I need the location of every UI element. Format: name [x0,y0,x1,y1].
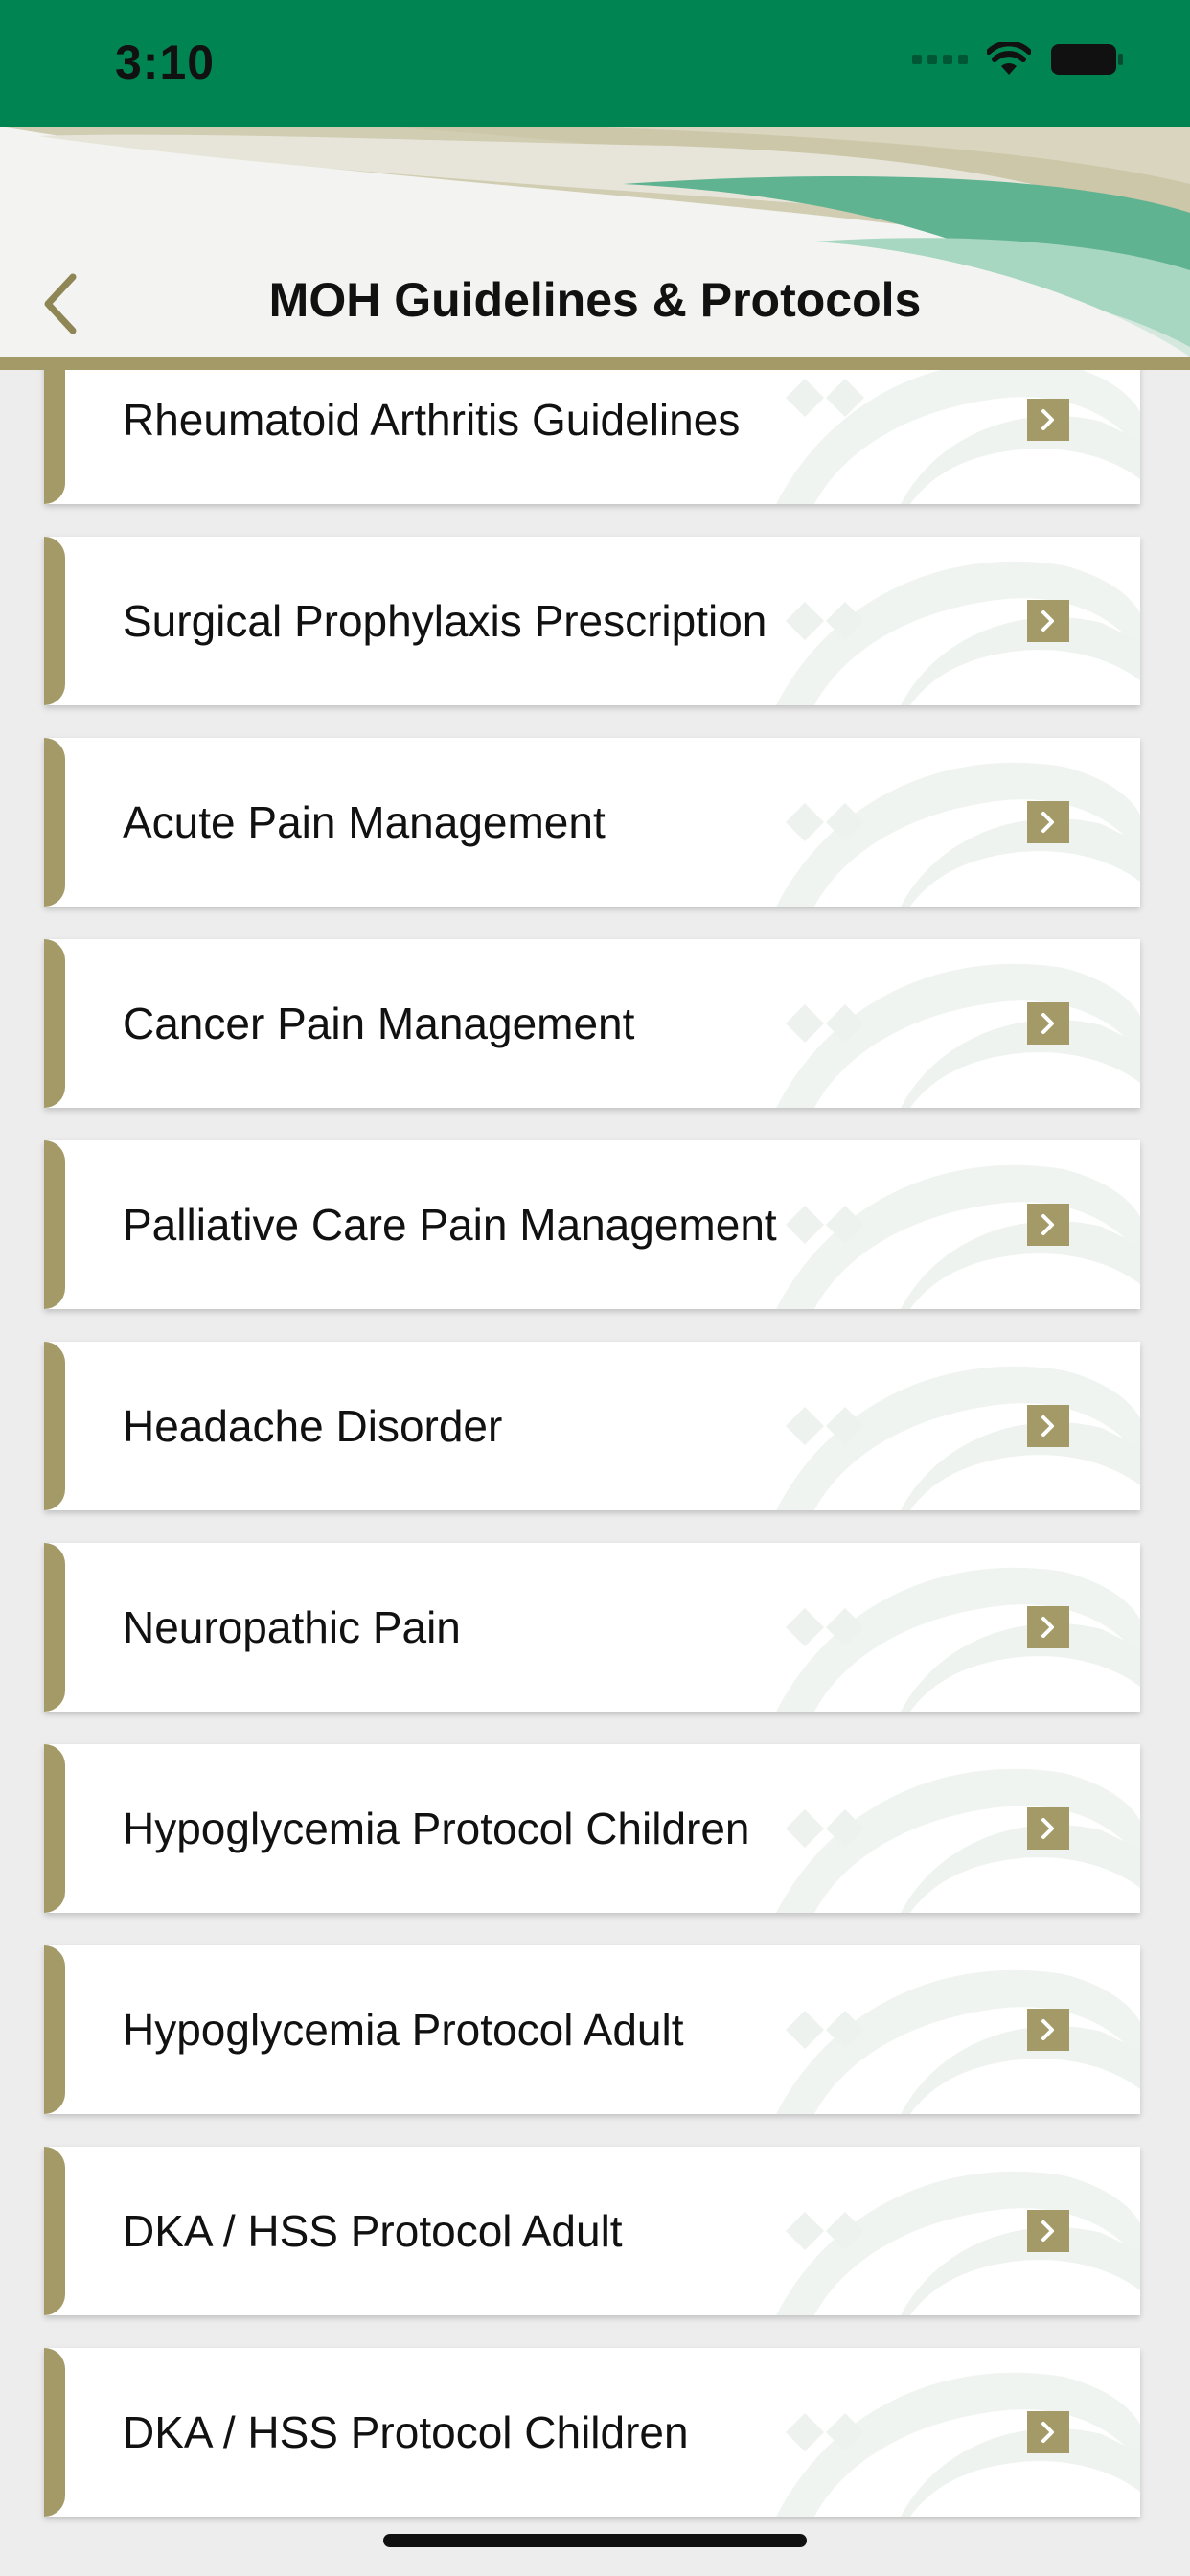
item-accent-bar [44,537,65,705]
list-item[interactable]: Hypoglycemia Protocol Children [44,1744,1140,1913]
item-accent-bar [44,1140,65,1309]
chevron-right-icon [1027,600,1069,642]
list-item-label: Acute Pain Management [123,797,606,847]
header-divider [0,356,1190,370]
item-accent-bar [44,738,65,907]
list-item-label: Hypoglycemia Protocol Children [123,1804,750,1853]
cellular-signal-icon [912,55,968,64]
list-item-label: Rheumatoid Arthritis Guidelines [123,395,741,445]
list-item[interactable]: Acute Pain Management [44,738,1140,907]
item-pattern-decoration [776,1768,1140,1913]
status-time: 3:10 [115,35,216,89]
item-accent-bar [44,1543,65,1712]
item-accent-bar [44,2147,65,2315]
list-item[interactable]: Hypoglycemia Protocol Adult [44,1945,1140,2114]
chevron-right-icon [1027,1002,1069,1045]
list-item[interactable]: Rheumatoid Arthritis Guidelines [44,370,1140,504]
list-item-label: Headache Disorder [123,1401,503,1451]
home-indicator[interactable] [383,2534,807,2547]
item-pattern-decoration [776,1366,1140,1510]
chevron-right-icon [1027,1405,1069,1447]
battery-icon [1051,44,1123,75]
chevron-right-icon [1027,2210,1069,2252]
item-accent-bar [44,370,65,504]
chevron-right-icon [1027,399,1069,441]
list-item-label: DKA / HSS Protocol Adult [123,2206,623,2256]
status-icons [912,42,1125,77]
list-item-label: Cancer Pain Management [123,999,635,1048]
item-accent-bar [44,1744,65,1913]
item-accent-bar [44,1945,65,2114]
list-item[interactable]: Neuropathic Pain [44,1543,1140,1712]
wifi-icon [987,42,1031,75]
list-item[interactable]: Cancer Pain Management [44,939,1140,1108]
chevron-right-icon [1027,1204,1069,1246]
chevron-right-icon [1027,801,1069,843]
list-item-label: Surgical Prophylaxis Prescription [123,596,767,646]
item-pattern-decoration [776,2171,1140,2315]
item-pattern-decoration [776,370,1140,504]
page-title: MOH Guidelines & Protocols [268,273,922,327]
item-pattern-decoration [776,963,1140,1108]
list-item[interactable]: Headache Disorder [44,1342,1140,1510]
list-item-label: Neuropathic Pain [123,1602,461,1652]
list-item-label: Palliative Care Pain Management [123,1200,777,1250]
list-item-label: DKA / HSS Protocol Children [123,2407,689,2457]
nav-header: MOH Guidelines & Protocols [0,126,1190,356]
item-accent-bar [44,1342,65,1510]
item-accent-bar [44,2348,65,2517]
item-pattern-decoration [776,1567,1140,1712]
list-item[interactable]: Surgical Prophylaxis Prescription [44,537,1140,705]
list-item-label: Hypoglycemia Protocol Adult [123,2005,684,2055]
item-pattern-decoration [776,2372,1140,2517]
chevron-right-icon [1027,2411,1069,2453]
chevron-right-icon [1027,2009,1069,2051]
chevron-right-icon [1027,1807,1069,1850]
list-item[interactable]: Palliative Care Pain Management [44,1140,1140,1309]
item-pattern-decoration [776,1164,1140,1309]
list-item[interactable]: DKA / HSS Protocol Adult [44,2147,1140,2315]
item-accent-bar [44,939,65,1108]
chevron-right-icon [1027,1606,1069,1648]
item-pattern-decoration [776,762,1140,907]
list-item[interactable]: DKA / HSS Protocol Children [44,2348,1140,2517]
status-bar: 3:10 [0,0,1190,126]
item-pattern-decoration [776,1969,1140,2114]
guidelines-list[interactable]: Rheumatoid Arthritis Guidelines Surgical… [0,370,1190,2576]
item-pattern-decoration [776,561,1140,705]
